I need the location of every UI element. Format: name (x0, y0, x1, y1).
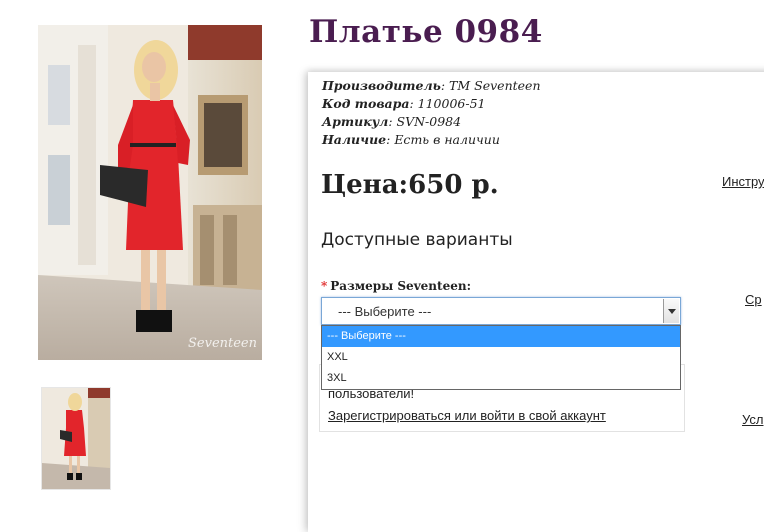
product-title: Платье 0984 (309, 14, 543, 50)
product-photo: Seventeen (38, 25, 262, 360)
size-label-text: Размеры Seventeen: (330, 279, 471, 293)
instructions-link[interactable]: Инстру (722, 174, 764, 189)
side-link-3[interactable]: Усл (742, 412, 763, 427)
product-main-image[interactable]: Seventeen (38, 25, 262, 360)
meta-key: Артикул (322, 114, 389, 129)
size-select-value: --- Выберите --- (338, 304, 432, 319)
size-select[interactable]: --- Выберите --- (321, 297, 681, 325)
variants-heading: Доступные варианты (321, 230, 513, 250)
size-option[interactable]: 3XL (322, 368, 680, 389)
meta-key: Код товара (322, 96, 410, 111)
meta-availability: Наличие: Есть в наличии (322, 132, 500, 147)
meta-key: Производитель (322, 78, 441, 93)
meta-product-code: Код товара: 110006-51 (322, 96, 486, 111)
product-price: Цена:650 р. (321, 170, 499, 200)
meta-article: Артикул: SVN-0984 (322, 114, 462, 129)
meta-key: Наличие (322, 132, 387, 147)
size-label: * Размеры Seventeen: (321, 279, 471, 293)
meta-value: TM Seventeen (449, 78, 541, 93)
watermark-text: Seventeen (188, 336, 257, 351)
size-dropdown-list: --- Выберите --- XXL 3XL (321, 325, 681, 390)
login-register-link[interactable]: Зарегистрироваться или войти в свой акка… (328, 408, 606, 423)
meta-value: Есть в наличии (394, 132, 500, 147)
meta-value: 110006-51 (417, 96, 486, 111)
product-details-panel: Производитель: TM Seventeen Код товара: … (308, 72, 764, 532)
meta-manufacturer: Производитель: TM Seventeen (322, 78, 541, 93)
required-mark: * (321, 279, 328, 293)
size-option[interactable]: XXL (322, 347, 680, 368)
side-link-2[interactable]: Ср (745, 292, 762, 307)
product-thumbnail[interactable] (41, 387, 111, 490)
thumbnail-photo (42, 388, 110, 489)
meta-value: SVN-0984 (396, 114, 462, 129)
product-meta-list: Производитель: TM Seventeen Код товара: … (322, 77, 541, 149)
size-option[interactable]: --- Выберите --- (322, 326, 680, 347)
chevron-down-icon[interactable] (663, 299, 679, 323)
